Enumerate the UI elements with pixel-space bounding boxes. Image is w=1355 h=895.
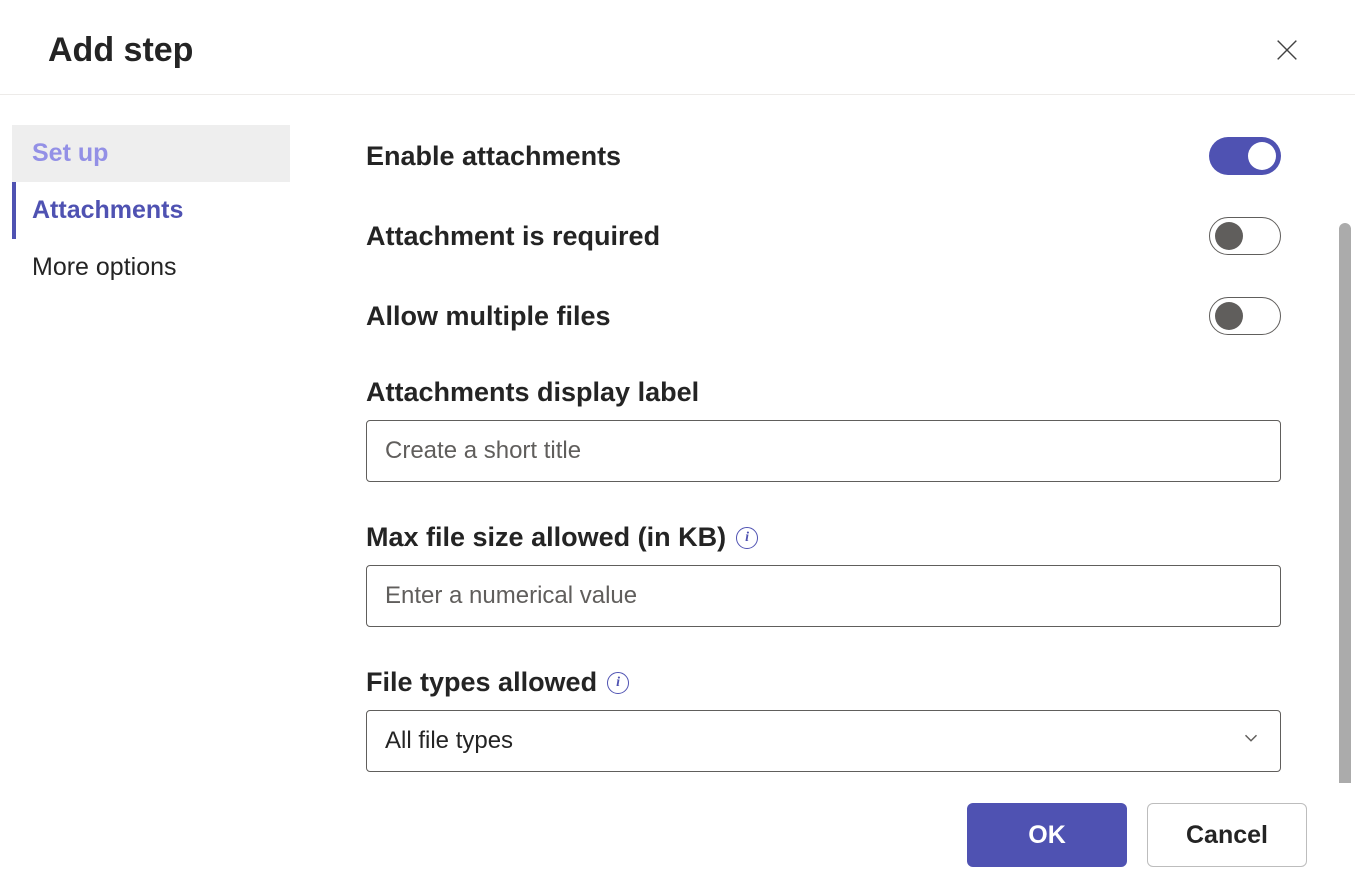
label-text: File types allowed bbox=[366, 667, 597, 698]
label-allow-multiple: Allow multiple files bbox=[366, 301, 611, 332]
info-icon[interactable]: i bbox=[736, 527, 758, 549]
toggle-enable-attachments[interactable] bbox=[1209, 137, 1281, 175]
input-display-label[interactable] bbox=[366, 420, 1281, 482]
row-attachment-required: Attachment is required bbox=[366, 217, 1281, 255]
sidebar-item-label: Attachments bbox=[32, 196, 183, 224]
toggle-allow-multiple[interactable] bbox=[1209, 297, 1281, 335]
button-label: Cancel bbox=[1186, 821, 1268, 850]
button-label: OK bbox=[1028, 821, 1066, 850]
input-max-file-size[interactable] bbox=[366, 565, 1281, 627]
cancel-button[interactable]: Cancel bbox=[1147, 803, 1307, 867]
label-text: Max file size allowed (in KB) bbox=[366, 522, 726, 553]
label-file-types: File types allowed i bbox=[366, 667, 1281, 698]
row-enable-attachments: Enable attachments bbox=[366, 137, 1281, 175]
sidebar: Set up Attachments More options bbox=[0, 95, 290, 783]
label-enable-attachments: Enable attachments bbox=[366, 141, 621, 172]
dialog-title: Add step bbox=[48, 31, 193, 70]
sidebar-item-label: More options bbox=[32, 253, 177, 281]
main-panel: Enable attachments Attachment is require… bbox=[290, 95, 1355, 783]
dialog-header: Add step bbox=[0, 0, 1355, 95]
sidebar-item-attachments[interactable]: Attachments bbox=[12, 182, 290, 239]
label-max-file-size: Max file size allowed (in KB) i bbox=[366, 522, 1281, 553]
sidebar-item-setup[interactable]: Set up bbox=[12, 125, 290, 182]
add-step-dialog: Add step Set up Attachments More options… bbox=[0, 0, 1355, 895]
toggle-knob bbox=[1215, 222, 1243, 250]
field-max-file-size: Max file size allowed (in KB) i bbox=[366, 522, 1281, 627]
sidebar-item-more-options[interactable]: More options bbox=[12, 239, 290, 296]
label-attachment-required: Attachment is required bbox=[366, 221, 660, 252]
scrollbar[interactable] bbox=[1339, 223, 1351, 783]
close-button[interactable] bbox=[1267, 30, 1307, 70]
field-display-label: Attachments display label bbox=[366, 377, 1281, 482]
select-file-types[interactable]: All file types bbox=[366, 710, 1281, 772]
toggle-knob bbox=[1215, 302, 1243, 330]
chevron-down-icon bbox=[1240, 727, 1262, 756]
close-icon bbox=[1273, 36, 1301, 64]
dialog-body: Set up Attachments More options Enable a… bbox=[0, 95, 1355, 783]
label-display-label: Attachments display label bbox=[366, 377, 1281, 408]
toggle-knob bbox=[1248, 142, 1276, 170]
sidebar-item-label: Set up bbox=[32, 139, 108, 167]
field-file-types: File types allowed i All file types bbox=[366, 667, 1281, 772]
select-value: All file types bbox=[385, 727, 513, 755]
row-allow-multiple: Allow multiple files bbox=[366, 297, 1281, 335]
toggle-attachment-required[interactable] bbox=[1209, 217, 1281, 255]
dialog-footer: OK Cancel bbox=[0, 783, 1355, 895]
info-icon[interactable]: i bbox=[607, 672, 629, 694]
ok-button[interactable]: OK bbox=[967, 803, 1127, 867]
